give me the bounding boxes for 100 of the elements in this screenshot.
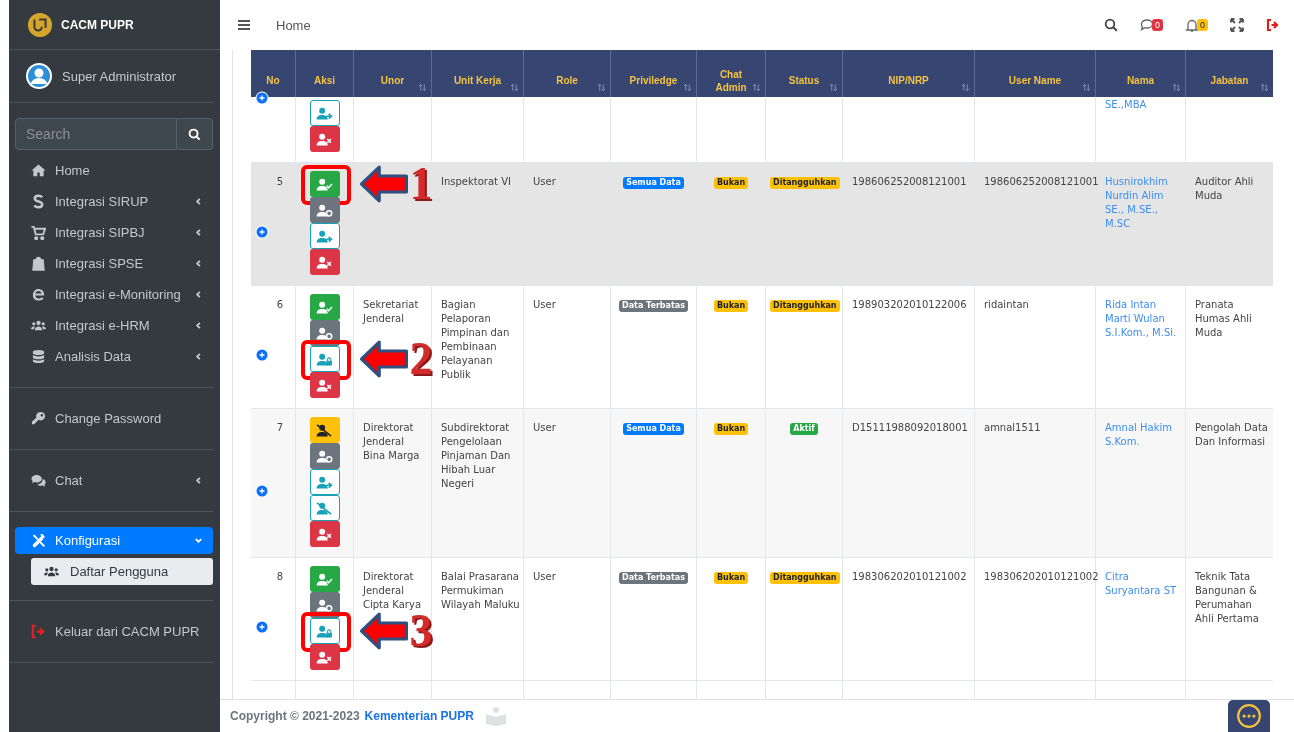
menu-icon[interactable] bbox=[238, 20, 250, 30]
chat-admin-badge: Bukan bbox=[713, 177, 749, 189]
sidebar-item[interactable]: Analisis Data bbox=[15, 341, 213, 372]
sidebar-item[interactable]: Integrasi SIRUP bbox=[15, 186, 213, 217]
chevron-left-icon bbox=[194, 352, 203, 361]
delete-user-button[interactable] bbox=[309, 372, 340, 398]
sidebar-item[interactable]: Chat bbox=[15, 465, 213, 496]
table-cell: Bagian Pelaporan Pimpinan dan Pembinaan Pelayanan Publik bbox=[441, 299, 510, 380]
ban-user-button[interactable] bbox=[309, 417, 340, 443]
dollar-icon bbox=[31, 194, 46, 209]
bag-icon bbox=[31, 256, 46, 271]
name-link[interactable]: SE.,MBA bbox=[1105, 98, 1182, 112]
breadcrumb-link[interactable]: Home bbox=[276, 17, 311, 33]
table-cell: Subdirektorat Pengelolaan Pinjaman Dan Hibah Luar Negeri bbox=[441, 422, 511, 489]
expand-row-icon[interactable] bbox=[255, 91, 269, 105]
table-cell: 198306202010121002 bbox=[852, 571, 967, 582]
sidebar-item[interactable]: Integrasi e-HRM bbox=[15, 310, 213, 341]
delete-user-button[interactable] bbox=[309, 249, 340, 275]
bell-icon[interactable] bbox=[1185, 18, 1199, 32]
privilege-badge: Data Terbatas bbox=[619, 300, 688, 312]
transfer-user-icon bbox=[316, 475, 333, 489]
delete-user-icon bbox=[316, 527, 333, 541]
sidebar-item[interactable]: Integrasi e-Monitoring bbox=[15, 279, 213, 310]
chat-icon[interactable] bbox=[1139, 18, 1154, 32]
table-cell: Teknik Tata Bangunan & Perumahan Ahli Pertama bbox=[1195, 571, 1259, 624]
transfer-user-button[interactable] bbox=[309, 223, 340, 249]
fullscreen-icon[interactable] bbox=[1230, 18, 1244, 32]
name-link[interactable]: Citra Suryantara ST bbox=[1105, 570, 1182, 598]
sort-icon bbox=[418, 83, 427, 92]
status-badge: Ditangguhkan bbox=[770, 300, 840, 312]
sort-icon bbox=[829, 83, 838, 92]
key-icon bbox=[31, 411, 46, 426]
chevron-left-icon bbox=[194, 259, 203, 268]
approve-user-button[interactable] bbox=[309, 171, 340, 197]
name-link[interactable]: Amnal Hakim S.Kom. bbox=[1105, 421, 1182, 449]
delete-user-icon bbox=[316, 378, 333, 392]
name-link[interactable]: Rida Intan Marti Wulan S.I.Kom., M.Si. bbox=[1105, 298, 1182, 340]
chat-off-user-icon bbox=[316, 501, 333, 515]
expand-row-icon[interactable] bbox=[255, 348, 269, 362]
notification-count-badge: 0 bbox=[1197, 19, 1208, 31]
table-cell: Pranata Humas Ahli Muda bbox=[1195, 299, 1252, 338]
table-cell: ridaintan bbox=[984, 299, 1029, 310]
chevron-down-icon bbox=[194, 536, 203, 545]
transfer-user-icon bbox=[316, 229, 333, 243]
lock-user-button[interactable] bbox=[309, 618, 340, 644]
table-cell: User bbox=[533, 571, 556, 582]
approve-user-button[interactable] bbox=[309, 566, 340, 592]
approve-user-button[interactable] bbox=[309, 294, 340, 320]
callout-number: 1 bbox=[409, 161, 433, 207]
sidebar-item[interactable]: Konfigurasi bbox=[15, 527, 213, 554]
delete-user-icon bbox=[316, 650, 333, 664]
settings-user-icon bbox=[316, 598, 333, 612]
logo-icon bbox=[27, 11, 53, 38]
table-cell: Sekretariat Jenderal bbox=[363, 299, 419, 324]
delete-user-button[interactable] bbox=[309, 644, 340, 670]
settings-user-icon bbox=[316, 449, 333, 463]
footer-link[interactable]: Kementerian PUPR bbox=[364, 709, 474, 723]
lock-user-button[interactable] bbox=[309, 346, 340, 372]
approve-user-icon bbox=[316, 177, 333, 191]
lock-user-icon bbox=[316, 352, 333, 366]
sidebar-item[interactable]: Change Password bbox=[15, 403, 213, 434]
transfer-user-button[interactable] bbox=[309, 100, 340, 126]
chat-count-badge: 0 bbox=[1151, 19, 1163, 31]
chat-off-user-button[interactable] bbox=[309, 495, 340, 521]
chat-button[interactable] bbox=[1228, 700, 1270, 732]
row-number: 6 bbox=[276, 298, 283, 312]
delete-user-button[interactable] bbox=[309, 126, 340, 152]
privilege-badge: Data Terbatas bbox=[619, 572, 688, 584]
sort-icon bbox=[752, 83, 761, 92]
sort-icon bbox=[510, 83, 519, 92]
chat-admin-badge: Bukan bbox=[713, 572, 749, 584]
search-button[interactable] bbox=[177, 118, 213, 150]
sidebar-item[interactable]: Integrasi SPSE bbox=[15, 248, 213, 279]
settings-user-button[interactable] bbox=[309, 443, 340, 469]
sidebar-subitem[interactable]: Daftar Pengguna bbox=[31, 558, 213, 585]
sidebar-item[interactable]: Home bbox=[15, 155, 213, 186]
table-cell: Auditor Ahli Muda bbox=[1195, 176, 1254, 201]
expand-row-icon[interactable] bbox=[255, 484, 269, 498]
tools-icon bbox=[31, 533, 46, 548]
privilege-badge: Semua Data bbox=[623, 177, 684, 189]
settings-user-icon bbox=[316, 326, 333, 340]
sort-icon bbox=[683, 83, 692, 92]
search-icon[interactable] bbox=[1103, 18, 1118, 32]
table-cell: amnal1511 bbox=[984, 422, 1041, 433]
sort-icon bbox=[1260, 83, 1269, 92]
row-number: 8 bbox=[276, 570, 283, 584]
expand-row-icon[interactable] bbox=[255, 620, 269, 634]
logout-icon[interactable] bbox=[1266, 18, 1280, 32]
sidebar-search-field[interactable]: Search bbox=[15, 118, 177, 150]
lock-user-icon bbox=[316, 624, 333, 638]
delete-user-button[interactable] bbox=[309, 521, 340, 547]
transfer-user-button[interactable] bbox=[309, 469, 340, 495]
table-cell: User bbox=[533, 176, 556, 187]
sidebar-item[interactable]: Keluar dari CACM PUPR bbox=[15, 616, 213, 647]
delete-user-icon bbox=[316, 255, 333, 269]
settings-user-button[interactable] bbox=[309, 197, 340, 223]
sidebar-item[interactable]: Integrasi SIPBJ bbox=[15, 217, 213, 248]
table-cell: 198606252008121001 bbox=[984, 176, 1099, 187]
expand-row-icon[interactable] bbox=[255, 225, 269, 239]
status-badge: Ditangguhkan bbox=[770, 572, 840, 584]
